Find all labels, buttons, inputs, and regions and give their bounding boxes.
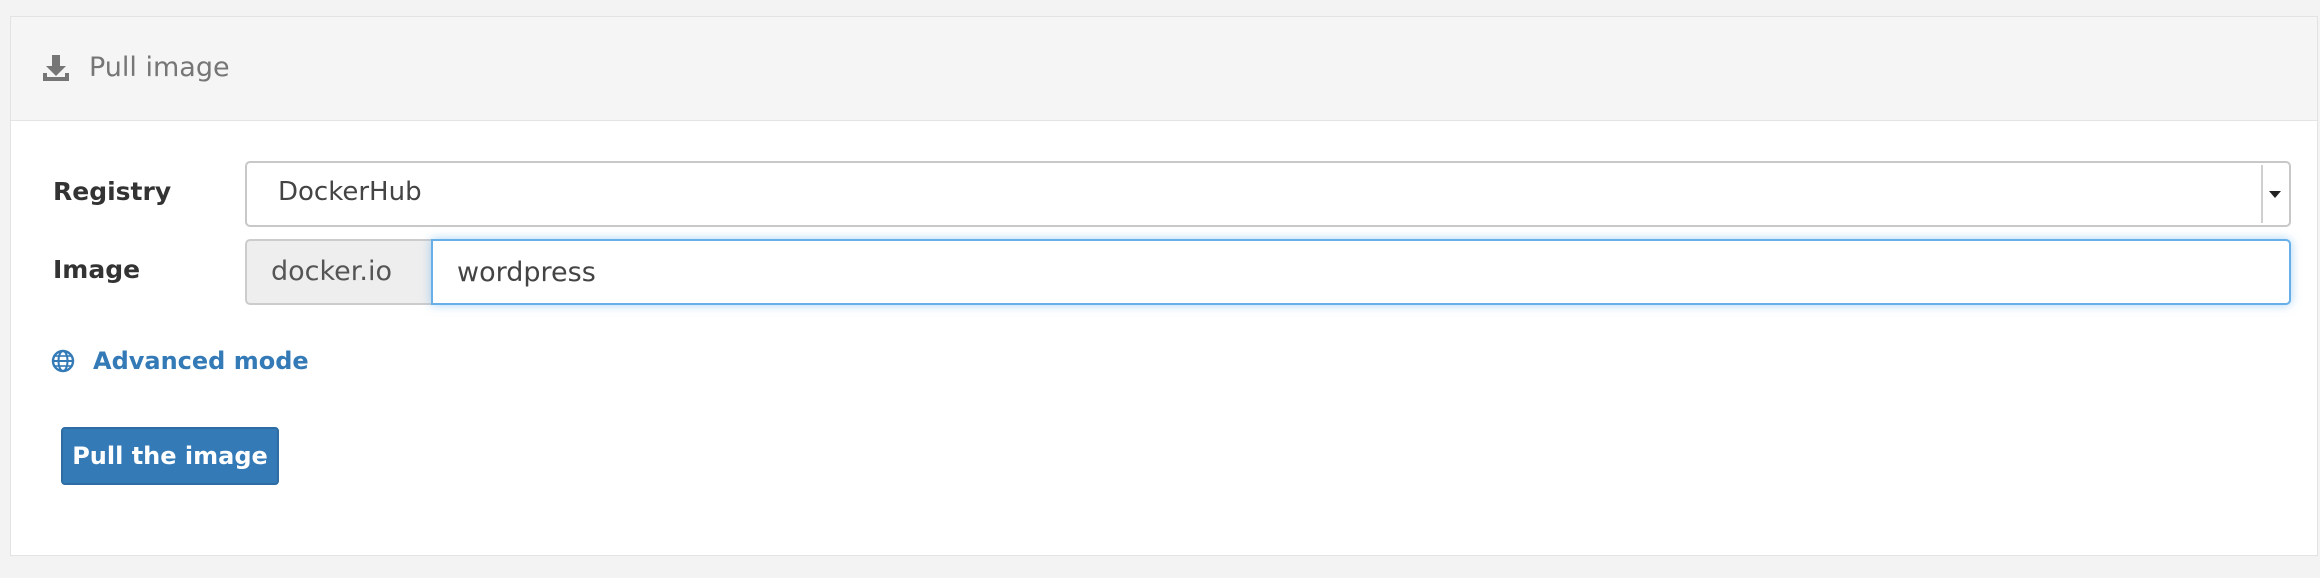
registry-label: Registry: [53, 177, 172, 206]
panel-title: Pull image: [89, 52, 230, 83]
globe-icon: [51, 349, 75, 373]
registry-prefix: docker.io: [271, 256, 393, 287]
advanced-mode-label: Advanced mode: [93, 347, 309, 375]
panel-header: Pull image: [11, 17, 2317, 121]
registry-select[interactable]: DockerHub: [245, 161, 2291, 227]
advanced-mode-link[interactable]: Advanced mode: [51, 343, 309, 379]
pull-image-button[interactable]: Pull the image: [61, 427, 279, 485]
image-input[interactable]: [431, 239, 2291, 305]
registry-prefix-addon: docker.io: [245, 239, 431, 305]
image-label: Image: [53, 255, 141, 284]
pull-image-panel: Pull image Registry DockerHub Image dock…: [10, 16, 2318, 556]
download-icon: [41, 53, 71, 83]
chevron-down-icon[interactable]: [2261, 165, 2287, 223]
registry-selected-value: DockerHub: [278, 177, 422, 207]
